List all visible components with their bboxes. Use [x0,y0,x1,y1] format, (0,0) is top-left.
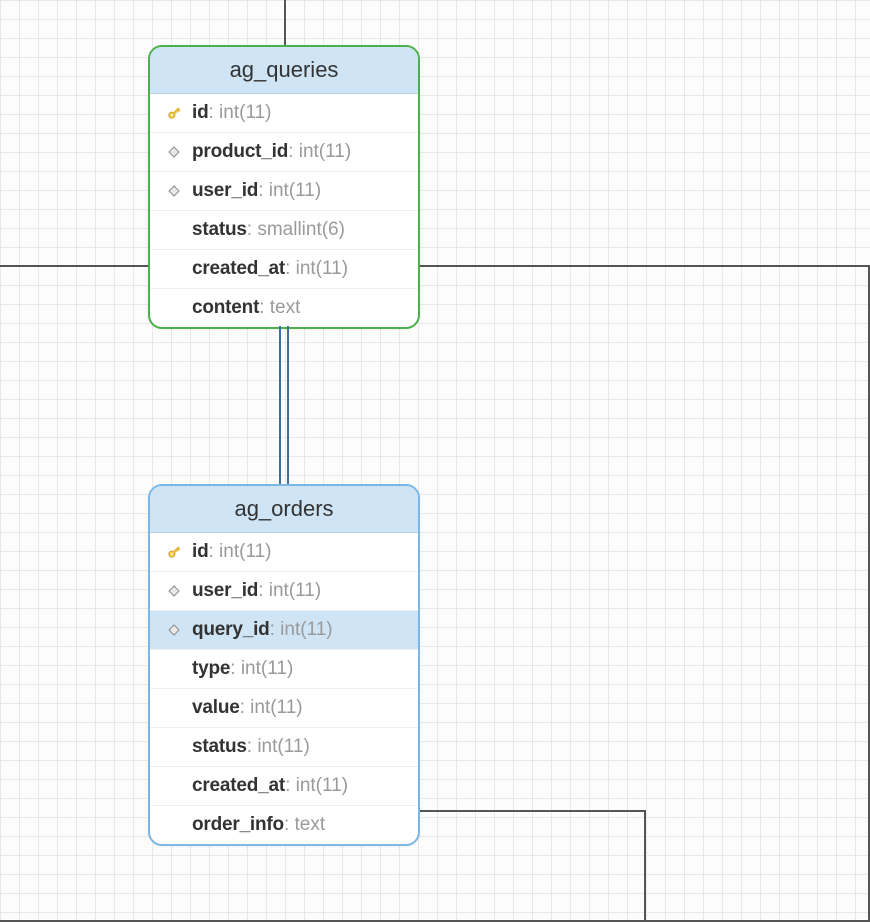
field-name: user_id [192,580,258,602]
table-header[interactable]: ag_orders [150,486,418,533]
wire-top-vert [284,0,286,46]
field-type: : int(11) [258,180,321,202]
field-name: content [192,297,259,319]
table-title: ag_queries [230,57,339,82]
primary-key-icon [162,104,186,122]
field-name: value [192,697,240,719]
field-type: : int(11) [285,775,348,797]
field-row-id[interactable]: id: int(11) [150,94,418,133]
field-row-user-id[interactable]: user_id: int(11) [150,572,418,611]
field-name: status [192,736,247,758]
table-header[interactable]: ag_queries [150,47,418,94]
field-name: product_id [192,141,288,163]
table-ag-queries[interactable]: ag_queries id: int(11)product_id: int(11… [148,45,420,329]
field-name: status [192,219,247,241]
field-type: : int(11) [285,258,348,280]
index-diamond-icon [162,185,186,197]
field-type: : int(11) [270,619,333,641]
field-type: : text [284,814,325,836]
field-type: : int(11) [209,541,272,563]
field-row-status[interactable]: status: int(11) [150,728,418,767]
field-name: type [192,658,230,680]
field-name: order_info [192,814,284,836]
table-ag-orders[interactable]: ag_orders id: int(11)user_id: int(11)que… [148,484,420,846]
field-name: id [192,102,209,124]
index-diamond-icon [162,146,186,158]
field-row-created-at[interactable]: created_at: int(11) [150,250,418,289]
wire-right-top-horiz [418,265,870,267]
field-row-order-info[interactable]: order_info: text [150,806,418,844]
field-type: : int(11) [247,736,310,758]
field-name: created_at [192,258,285,280]
field-name: created_at [192,775,285,797]
field-row-created-at[interactable]: created_at: int(11) [150,767,418,806]
table-title: ag_orders [234,496,333,521]
field-name: id [192,541,209,563]
field-row-type[interactable]: type: int(11) [150,650,418,689]
relationship-connector [279,326,289,484]
field-row-query-id[interactable]: query_id: int(11) [150,611,418,650]
field-row-product-id[interactable]: product_id: int(11) [150,133,418,172]
field-row-id[interactable]: id: int(11) [150,533,418,572]
wire-orders-right-vert [644,810,646,922]
field-type: : int(11) [230,658,293,680]
field-row-content[interactable]: content: text [150,289,418,327]
field-row-user-id[interactable]: user_id: int(11) [150,172,418,211]
index-diamond-icon [162,624,186,636]
field-type: : smallint(6) [247,219,345,241]
field-row-value[interactable]: value: int(11) [150,689,418,728]
field-type: : int(11) [240,697,303,719]
field-name: query_id [192,619,270,641]
field-type: : text [259,297,300,319]
wire-orders-right-horiz [416,810,646,812]
index-diamond-icon [162,585,186,597]
field-type: : int(11) [209,102,272,124]
primary-key-icon [162,543,186,561]
field-type: : int(11) [258,580,321,602]
field-type: : int(11) [288,141,351,163]
field-row-status[interactable]: status: smallint(6) [150,211,418,250]
erd-canvas[interactable]: ag_queries id: int(11)product_id: int(11… [0,0,870,922]
wire-left-horiz [0,265,148,267]
field-name: user_id [192,180,258,202]
